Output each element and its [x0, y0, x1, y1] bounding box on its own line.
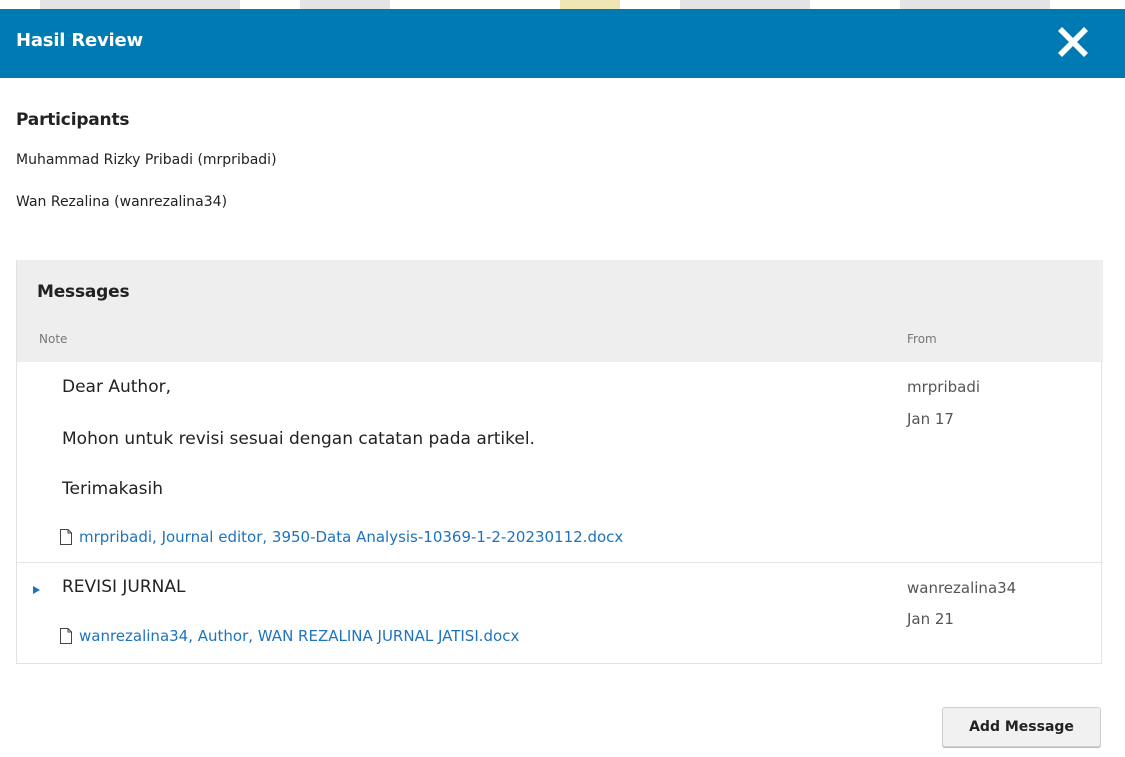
message-from-user: wanrezalina34 — [907, 579, 1017, 597]
attachment-label[interactable]: wanrezalina34, Author, WAN REZALINA JURN… — [79, 627, 519, 645]
file-icon — [60, 628, 72, 644]
message-note-line[interactable]: REVISI JURNAL — [62, 577, 186, 597]
participants-section: Participants Muhammad Rizky Pribadi (mrp… — [16, 110, 277, 210]
message-date: Jan 21 — [907, 610, 954, 628]
message-note-line: Dear Author, — [62, 377, 171, 397]
messages-header: Messages Note From — [17, 260, 1103, 362]
message-note-line: Mohon untuk revisi sesuai dengan catatan… — [62, 429, 535, 449]
modal-title: Hasil Review — [16, 30, 143, 51]
message-note-line: Terimakasih — [62, 479, 163, 499]
expand-triangle-icon[interactable] — [31, 585, 41, 595]
file-icon — [60, 529, 72, 545]
message-row: Dear Author, Mohon untuk revisi sesuai d… — [17, 362, 1103, 563]
column-header-from: From — [907, 332, 937, 346]
background-strip — [0, 0, 1125, 9]
attachment-label[interactable]: mrpribadi, Journal editor, 3950-Data Ana… — [79, 528, 623, 546]
close-icon[interactable] — [1055, 24, 1091, 60]
message-row: REVISI JURNAL wanrezalina34, Author, WAN… — [17, 563, 1103, 663]
participant-item: Muhammad Rizky Pribadi (mrpribadi) — [16, 152, 277, 168]
message-date: Jan 17 — [907, 410, 954, 428]
modal-header: Hasil Review — [0, 9, 1125, 78]
attachment-link[interactable]: mrpribadi, Journal editor, 3950-Data Ana… — [59, 528, 623, 546]
message-from-user: mrpribadi — [907, 378, 981, 396]
messages-heading: Messages — [37, 282, 130, 302]
add-message-button[interactable]: Add Message — [942, 707, 1101, 747]
attachment-link[interactable]: wanrezalina34, Author, WAN REZALINA JURN… — [59, 627, 519, 645]
messages-grid: Messages Note From Dear Author, Mohon un… — [16, 260, 1103, 664]
participants-heading: Participants — [16, 110, 130, 130]
participant-item: Wan Rezalina (wanrezalina34) — [16, 194, 228, 210]
column-header-note: Note — [39, 332, 68, 346]
